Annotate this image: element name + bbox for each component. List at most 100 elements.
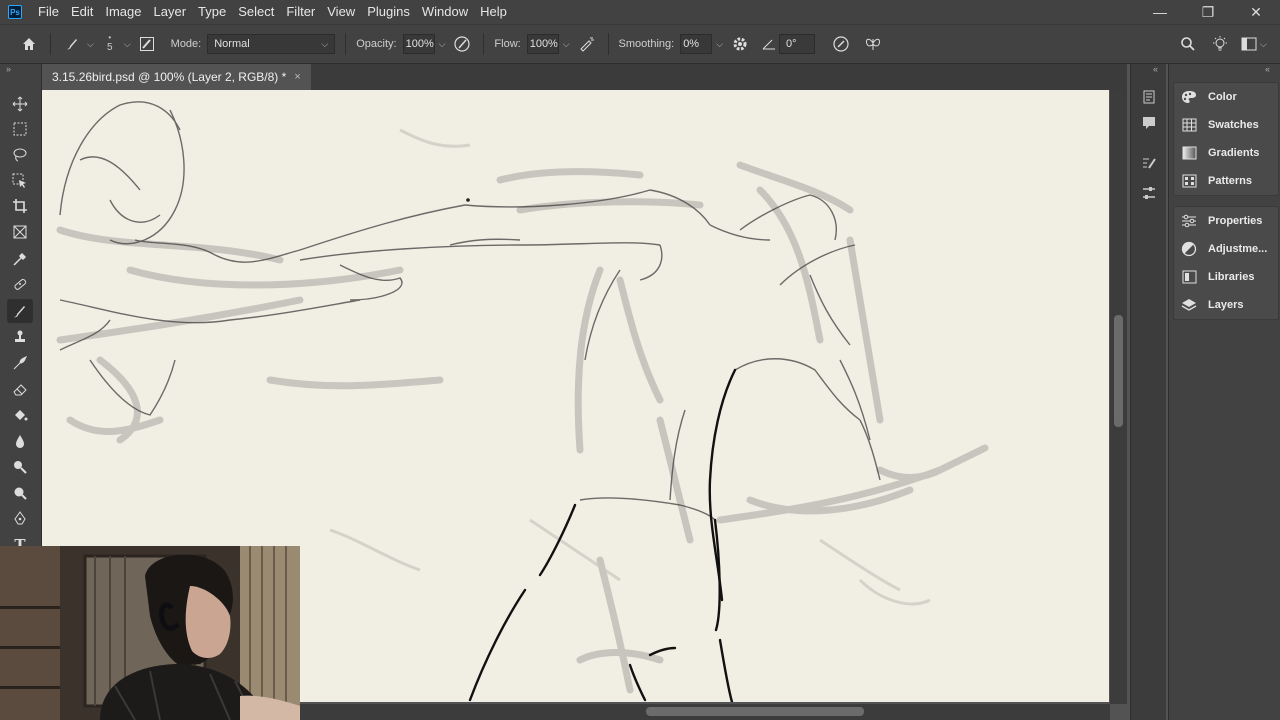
brush-size-chevron-icon[interactable]: ⌵ [124,39,131,50]
adjustments-icon [1180,241,1198,257]
panel-adjustments-label: Adjustme... [1208,243,1268,255]
libraries-icon [1180,269,1198,285]
frame-tool-icon[interactable] [7,220,33,244]
brush-settings-panel-icon[interactable] [137,36,157,52]
brush-settings-icon[interactable] [1137,152,1161,174]
opacity-chevron-icon[interactable]: ⌵ [439,39,446,50]
brush-size-picker[interactable]: • 5 [100,34,120,54]
crop-tool-icon[interactable] [7,194,33,218]
angle-icon [759,37,779,51]
panel-adjustments[interactable]: Adjustme... [1174,235,1278,263]
pressure-opacity-icon[interactable] [451,35,473,53]
angle-input[interactable]: 0° [779,34,816,54]
flow-input[interactable]: 100% [526,34,559,54]
color-palette-icon [1180,89,1198,105]
marquee-tool-icon[interactable] [7,117,33,141]
menu-image[interactable]: Image [99,0,147,24]
patterns-icon [1180,173,1198,189]
panel-properties[interactable]: Properties [1174,207,1278,235]
panel-libraries[interactable]: Libraries [1174,263,1278,291]
menu-edit[interactable]: Edit [65,0,99,24]
menu-window[interactable]: Window [416,0,474,24]
collapse-arrows-icon[interactable]: » [6,64,11,74]
properties-sliders-icon [1180,213,1198,229]
move-tool-icon[interactable] [7,92,33,116]
options-bar: ⌵ • 5 ⌵ Mode: Normal ⌵ Opacity: 100% ⌵ F… [0,24,1280,64]
pen-tool-icon[interactable] [7,507,33,531]
panel-swatches[interactable]: Swatches [1174,111,1278,139]
panel-color-label: Color [1208,91,1237,103]
close-tab-icon[interactable]: × [294,71,300,83]
mode-label: Mode: [170,38,202,50]
vertical-scroll-thumb[interactable] [1114,315,1123,427]
opacity-input[interactable]: 100% [402,34,435,54]
close-window-button[interactable]: ✕ [1232,0,1280,24]
webcam-overlay [0,546,300,720]
menu-plugins[interactable]: Plugins [361,0,416,24]
brush-preset-chevron-icon[interactable]: ⌵ [87,39,94,50]
airbrush-icon[interactable] [576,35,598,53]
workspace-icon[interactable] [1239,37,1259,51]
panel-libraries-label: Libraries [1208,271,1255,283]
mode-value: Normal [214,38,250,50]
layers-icon [1180,297,1198,313]
document-tab-title: 3.15.26bird.psd @ 100% (Layer 2, RGB/8) … [52,70,287,84]
menu-filter[interactable]: Filter [280,0,321,24]
zoom-tool-icon[interactable] [7,481,33,505]
panel-gradients[interactable]: Gradients [1174,139,1278,167]
menu-file[interactable]: File [32,0,65,24]
menu-help[interactable]: Help [474,0,513,24]
symmetry-butterfly-icon[interactable] [861,35,885,53]
blur-tool-icon[interactable] [7,429,33,453]
smoothing-input[interactable]: 0% [680,34,713,54]
eyedropper-tool-icon[interactable] [7,247,33,271]
paint-bucket-tool-icon[interactable] [7,403,33,427]
panel-gradients-label: Gradients [1208,147,1260,159]
menu-select[interactable]: Select [232,0,280,24]
collapse-panels-icon[interactable]: « [1265,64,1270,74]
horizontal-scroll-thumb[interactable] [646,707,864,716]
menu-type[interactable]: Type [192,0,232,24]
minimize-button[interactable]: — [1136,0,1184,24]
brush-tool-icon[interactable] [7,299,33,323]
panel-swatches-label: Swatches [1208,119,1259,131]
flow-label: Flow: [494,38,521,50]
history-icon[interactable] [1137,86,1161,108]
tool-presets-icon[interactable] [1137,182,1161,204]
panel-color[interactable]: Color [1174,83,1278,111]
photoshop-logo-icon: Ps [8,5,22,19]
lasso-tool-icon[interactable] [7,143,33,167]
pressure-size-icon[interactable] [829,35,853,53]
panel-icon-strip: « [1130,64,1166,720]
collapse-arrows-icon[interactable]: « [1153,64,1158,74]
gear-icon[interactable] [729,36,751,52]
smoothing-chevron-icon[interactable]: ⌵ [716,39,723,50]
comments-icon[interactable] [1137,112,1161,134]
search-icon[interactable] [1178,36,1198,52]
clone-stamp-tool-icon[interactable] [7,325,33,349]
mode-select[interactable]: Normal ⌵ [207,34,336,54]
panel-patterns-label: Patterns [1208,175,1253,187]
eraser-tool-icon[interactable] [7,377,33,401]
vertical-scrollbar[interactable] [1110,90,1127,704]
webcam-feed-image [0,546,300,720]
brush-preset-icon[interactable] [61,36,83,52]
workspace-chevron-icon[interactable]: ⌵ [1260,39,1267,50]
home-icon[interactable] [18,36,40,52]
menu-layer[interactable]: Layer [148,0,193,24]
healing-brush-tool-icon[interactable] [7,272,33,296]
object-selection-tool-icon[interactable] [7,169,33,193]
panel-layers-label: Layers [1208,299,1244,311]
document-tab[interactable]: 3.15.26bird.psd @ 100% (Layer 2, RGB/8) … [42,64,311,90]
history-brush-tool-icon[interactable] [7,351,33,375]
panel-patterns[interactable]: Patterns [1174,167,1278,195]
brush-size-value: 5 [107,42,113,53]
discover-lightbulb-icon[interactable] [1210,35,1230,53]
restore-button[interactable]: ❐ [1184,0,1232,24]
flow-chevron-icon[interactable]: ⌵ [563,39,570,50]
horizontal-scrollbar[interactable] [300,704,1110,720]
panel-layers[interactable]: Layers [1174,291,1278,319]
opacity-label: Opacity: [356,38,397,50]
dodge-tool-icon[interactable] [7,455,33,479]
menu-view[interactable]: View [321,0,361,24]
